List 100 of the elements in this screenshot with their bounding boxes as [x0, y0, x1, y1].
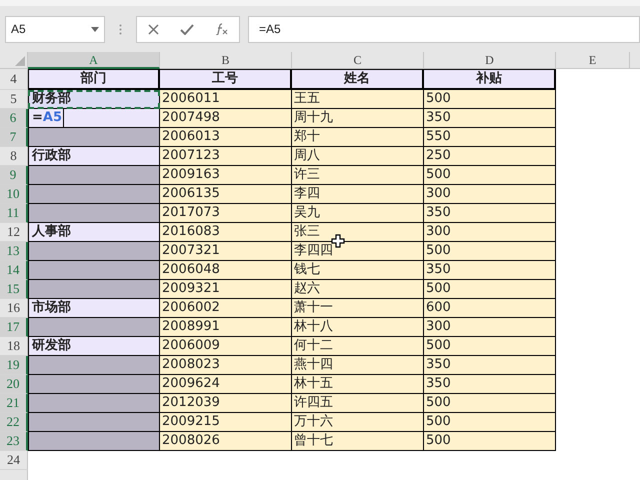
table-cell: 郑十 — [292, 128, 424, 147]
table-cell: 张三 — [292, 223, 424, 242]
table-cell: 2009163 — [160, 166, 292, 185]
row-header[interactable]: 16 — [0, 299, 28, 318]
table-cell: 500 — [424, 280, 556, 299]
dropdown-caret-icon — [91, 26, 99, 32]
row-header[interactable]: 19 — [0, 356, 28, 375]
table-cell: 李四 — [292, 185, 424, 204]
table-cell: 500 — [424, 242, 556, 261]
table-cell: 万十六 — [292, 413, 424, 432]
row-header[interactable]: 5 — [0, 90, 28, 109]
row-header[interactable]: 4 — [0, 69, 28, 90]
drag-handle-icon[interactable] — [119, 24, 122, 34]
column-title: 部门 — [28, 69, 160, 90]
table-cell: 550 — [424, 128, 556, 147]
row-header[interactable]: 22 — [0, 413, 28, 432]
column-header[interactable]: C — [292, 52, 424, 69]
table-cell: 2008023 — [160, 356, 292, 375]
row-header[interactable]: 17 — [0, 318, 28, 337]
table-cell: 600 — [424, 299, 556, 318]
table-cell: 2012039 — [160, 394, 292, 413]
table-cell: 研发部 — [28, 337, 160, 356]
table-cell: 钱七 — [292, 261, 424, 280]
table-cell: 2016083 — [160, 223, 292, 242]
table-cell: 500 — [424, 432, 556, 451]
column-title: 姓名 — [292, 69, 424, 90]
table-cell: 财务部 — [28, 90, 160, 109]
table-cell: 350 — [424, 204, 556, 223]
table-cell: 2007321 — [160, 242, 292, 261]
table-cell: 市场部 — [28, 299, 160, 318]
table-cell: 人事部 — [28, 223, 160, 242]
row-header[interactable]: 14 — [0, 261, 28, 280]
row-header[interactable]: 7 — [0, 128, 28, 147]
table-cell: 行政部 — [28, 147, 160, 166]
column-title: 工号 — [160, 69, 292, 90]
table-cell: 2009215 — [160, 413, 292, 432]
row-header[interactable]: 24 — [0, 451, 28, 470]
table-cell: 李四四 — [292, 242, 424, 261]
table-cell: 500 — [424, 394, 556, 413]
table-cell: 2008026 — [160, 432, 292, 451]
table-cell: 500 — [424, 166, 556, 185]
select-all-corner[interactable] — [0, 52, 28, 69]
name-box[interactable]: A5 — [5, 16, 105, 42]
table-cell: 周十九 — [292, 109, 424, 128]
function-icon[interactable] — [214, 23, 228, 35]
column-header[interactable] — [630, 52, 640, 69]
cancel-icon[interactable] — [148, 24, 158, 34]
row-header[interactable]: 12 — [0, 223, 28, 242]
column-header[interactable]: B — [160, 52, 292, 69]
column-header[interactable]: D — [424, 52, 556, 69]
formula-input[interactable]: =A5 — [248, 16, 640, 42]
table-cell: 2006135 — [160, 185, 292, 204]
table-cell: 350 — [424, 109, 556, 128]
row-header[interactable]: 15 — [0, 280, 28, 299]
row-header[interactable]: 20 — [0, 375, 28, 394]
table-cell: 林十八 — [292, 318, 424, 337]
row-header[interactable]: 11 — [0, 204, 28, 223]
row-header[interactable]: 13 — [0, 242, 28, 261]
table-cell: 燕十四 — [292, 356, 424, 375]
table-cell: 许三 — [292, 166, 424, 185]
cell-editor[interactable]: =A5 — [28, 109, 160, 128]
table-cell: 2009624 — [160, 375, 292, 394]
table-cell: 周八 — [292, 147, 424, 166]
table-cell: 何十二 — [292, 337, 424, 356]
table-cell: 萧十一 — [292, 299, 424, 318]
row-header[interactable]: 8 — [0, 147, 28, 166]
table-cell: 2006011 — [160, 90, 292, 109]
table-cell: 300 — [424, 223, 556, 242]
table-cell: 2009321 — [160, 280, 292, 299]
table-cell: 2017073 — [160, 204, 292, 223]
table-cell: 2006009 — [160, 337, 292, 356]
table-cell: 2006013 — [160, 128, 292, 147]
corner-triangle-icon — [15, 56, 25, 66]
row-header[interactable]: 10 — [0, 185, 28, 204]
row-header[interactable]: 21 — [0, 394, 28, 413]
table-cell: 2006048 — [160, 261, 292, 280]
cursor-cross-icon — [331, 234, 345, 248]
table-cell: 2007123 — [160, 147, 292, 166]
table-cell: 吴九 — [292, 204, 424, 223]
table-cell: 500 — [424, 90, 556, 109]
column-title: 补贴 — [424, 69, 556, 90]
table-cell: 350 — [424, 375, 556, 394]
row-header[interactable]: 6 — [0, 109, 28, 128]
column-header[interactable]: A — [28, 52, 160, 69]
table-cell: 350 — [424, 261, 556, 280]
table-cell: 2008991 — [160, 318, 292, 337]
table-cell: 王五 — [292, 90, 424, 109]
table-cell: 2007498 — [160, 109, 292, 128]
table-cell: 500 — [424, 337, 556, 356]
column-header[interactable]: E — [556, 52, 630, 69]
table-cell: 林十五 — [292, 375, 424, 394]
row-header[interactable]: 23 — [0, 432, 28, 451]
row-header[interactable]: 9 — [0, 166, 28, 185]
table-cell: 2006002 — [160, 299, 292, 318]
table-cell: 曾十七 — [292, 432, 424, 451]
table-cell: 许四五 — [292, 394, 424, 413]
check-icon[interactable] — [180, 24, 194, 34]
table-cell: 350 — [424, 356, 556, 375]
row-header[interactable]: 18 — [0, 337, 28, 356]
table-cell: 赵六 — [292, 280, 424, 299]
